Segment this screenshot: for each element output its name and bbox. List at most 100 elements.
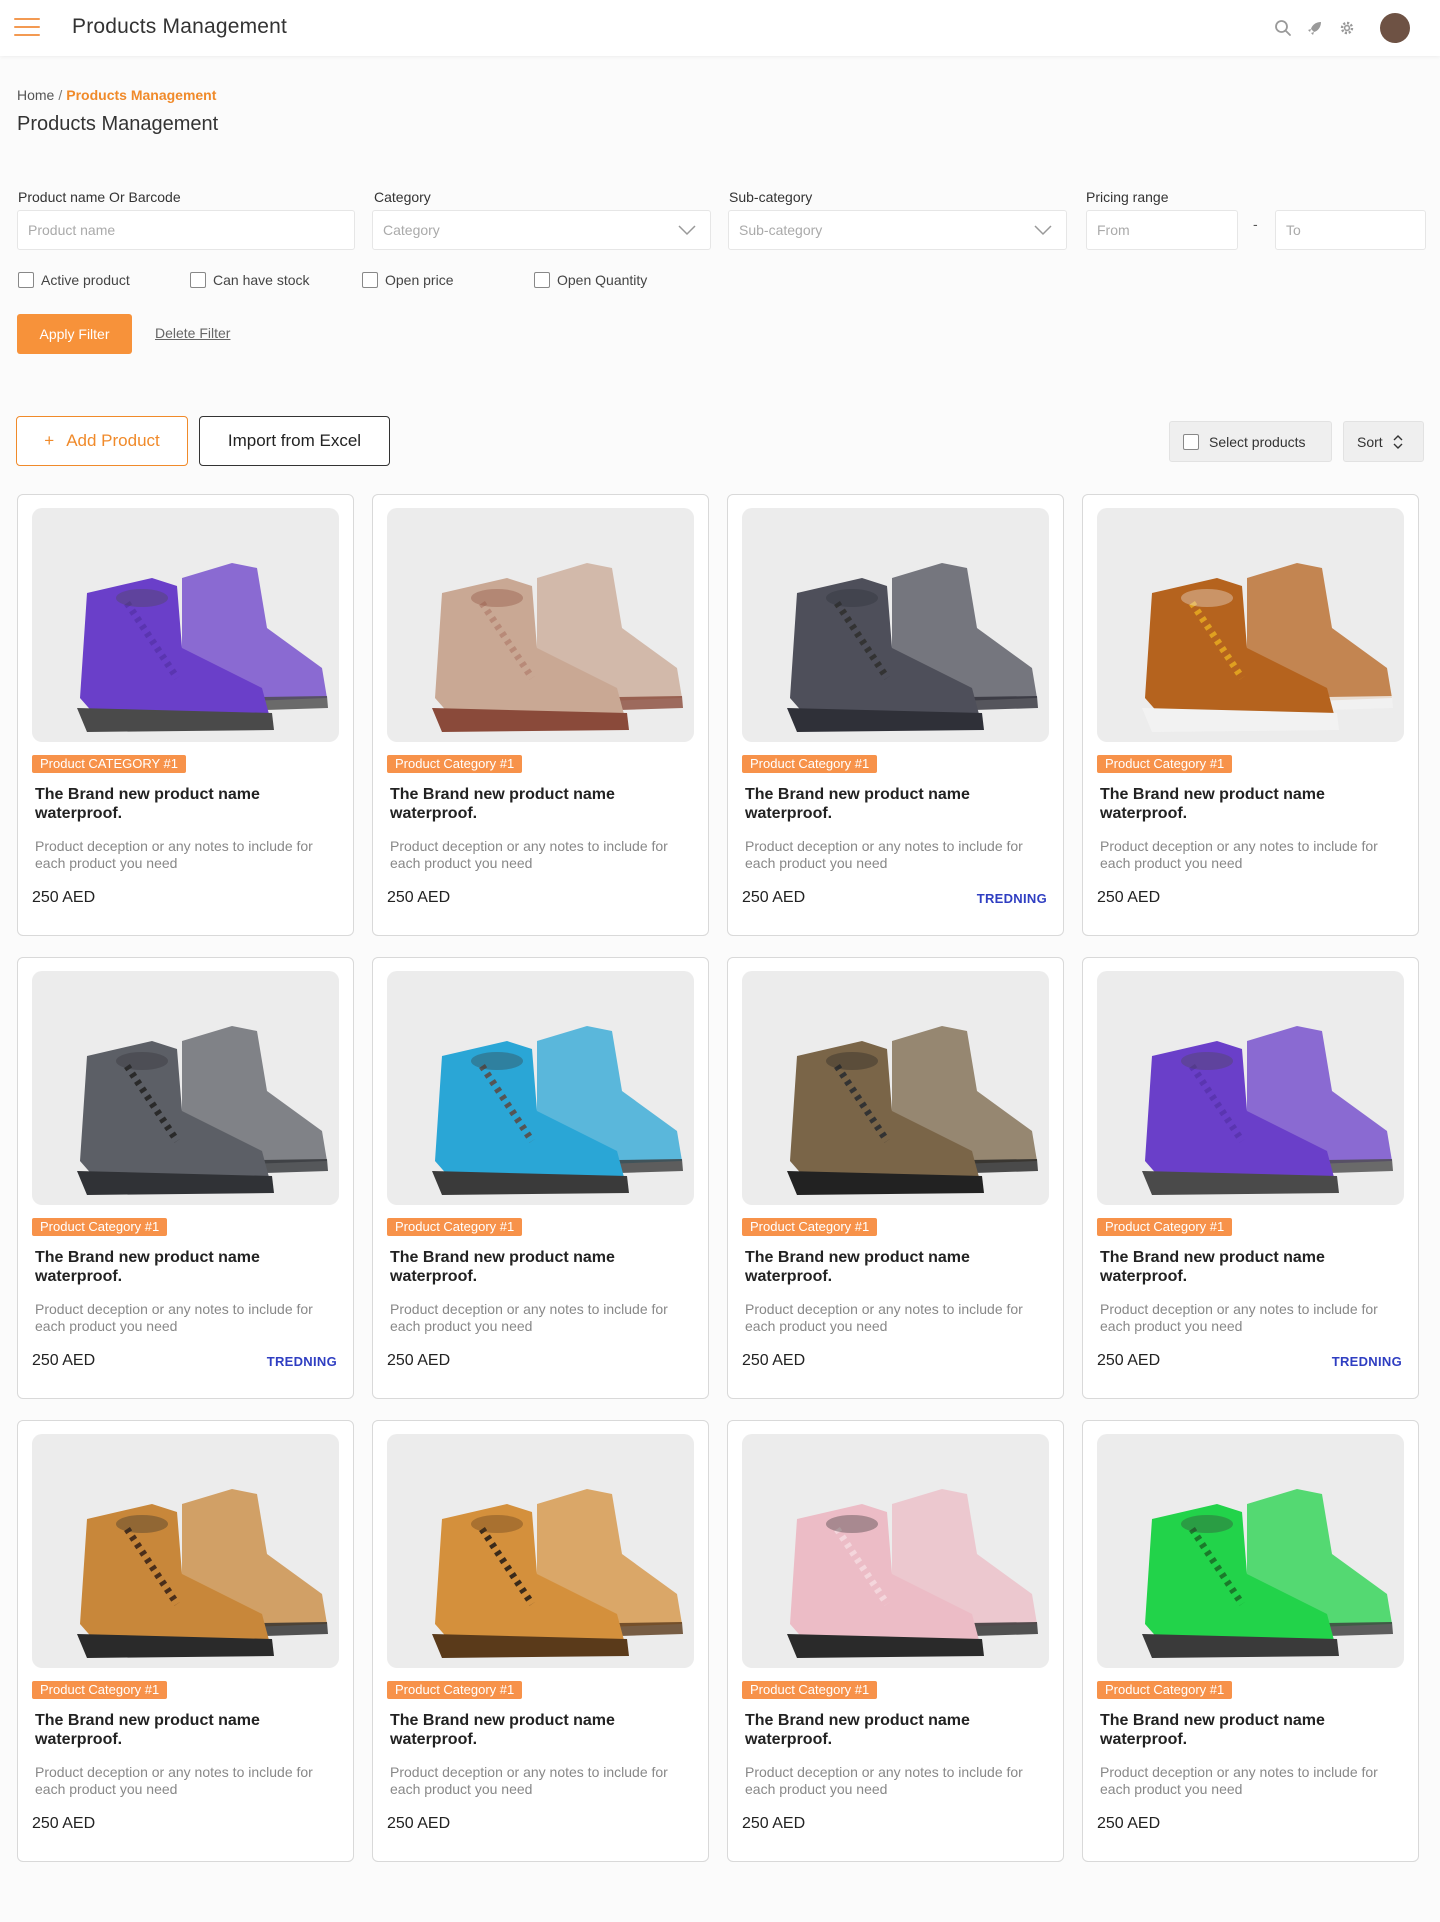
product-card[interactable]: Product Category #1 The Brand new produc…: [372, 494, 709, 936]
page-title: Products Management: [17, 113, 219, 135]
category-badge: Product Category #1: [387, 755, 523, 773]
product-grid: Product CATEGORY #1 The Brand new produc…: [17, 494, 1419, 1862]
product-description: Product deception or any notes to includ…: [35, 838, 313, 871]
brown-leather-boots-image: [1097, 508, 1404, 742]
checkbox-label: Open Quantity: [557, 272, 648, 288]
product-name: The Brand new product name waterproof.: [1100, 786, 1325, 822]
checkbox-box[interactable]: [534, 272, 550, 288]
can-have-stock-checkbox[interactable]: Can have stock: [190, 272, 310, 288]
product-card[interactable]: Product Category #1 The Brand new produc…: [1082, 1420, 1419, 1862]
product-card[interactable]: Product Category #1 The Brand new produc…: [372, 1420, 709, 1862]
price-to-input[interactable]: To: [1275, 210, 1426, 250]
settings-icon[interactable]: [1338, 19, 1356, 37]
product-description: Product deception or any notes to includ…: [745, 1301, 1023, 1334]
product-card[interactable]: Product Category #1 The Brand new produc…: [727, 957, 1064, 1399]
sub-category-select[interactable]: Sub-category: [728, 210, 1067, 250]
plus-icon: +: [44, 431, 55, 450]
price-from-input[interactable]: From: [1086, 210, 1238, 250]
category-badge: Product Category #1: [1097, 1681, 1233, 1699]
add-product-button[interactable]: + Add Product: [16, 416, 188, 466]
price-range-separator: -: [1253, 216, 1258, 232]
shoe-illustration: [787, 1026, 1038, 1195]
pink-boots-image: [742, 1434, 1049, 1668]
breadcrumb-separator: /: [58, 87, 63, 103]
product-name-input[interactable]: Product name: [17, 210, 355, 250]
product-description: Product deception or any notes to includ…: [1100, 838, 1378, 871]
checkbox-box[interactable]: [190, 272, 206, 288]
product-description: Product deception or any notes to includ…: [35, 1764, 313, 1797]
product-description: Product deception or any notes to includ…: [1100, 1301, 1378, 1334]
product-name: The Brand new product name waterproof.: [390, 786, 615, 822]
category-badge: Product Category #1: [1097, 1218, 1233, 1236]
chevron-down-icon: [1034, 225, 1052, 236]
product-card[interactable]: Product Category #1 The Brand new produc…: [727, 494, 1064, 936]
shoe-illustration: [77, 1489, 328, 1658]
select-products-toggle[interactable]: Select products: [1169, 421, 1332, 462]
product-description: Product deception or any notes to includ…: [745, 838, 1023, 871]
sub-category-placeholder: Sub-category: [739, 222, 823, 238]
product-price: 250 AED: [742, 889, 806, 906]
shoe-illustration: [432, 1026, 683, 1195]
product-description: Product deception or any notes to includ…: [390, 1301, 668, 1334]
product-price: 250 AED: [1097, 889, 1161, 906]
product-card[interactable]: Product CATEGORY #1 The Brand new produc…: [17, 494, 354, 936]
product-price: 250 AED: [387, 1352, 451, 1369]
app-title: Products Management: [72, 15, 288, 38]
open-price-checkbox[interactable]: Open price: [362, 272, 453, 288]
delete-filter-link[interactable]: Delete Filter: [155, 325, 230, 341]
chevron-down-icon: [678, 225, 696, 236]
open-quantity-checkbox[interactable]: Open Quantity: [534, 272, 647, 288]
product-price: 250 AED: [742, 1815, 806, 1832]
apply-filter-button[interactable]: Apply Filter: [17, 314, 132, 354]
product-name: The Brand new product name waterproof.: [1100, 1249, 1325, 1285]
product-name: The Brand new product name waterproof.: [35, 1712, 260, 1748]
import-excel-button[interactable]: Import from Excel: [199, 416, 390, 466]
checkbox-label: Active product: [41, 272, 130, 288]
shoe-illustration: [77, 563, 328, 732]
category-badge: Product Category #1: [742, 1681, 878, 1699]
product-description: Product deception or any notes to includ…: [390, 1764, 668, 1797]
shoe-illustration: [432, 563, 683, 732]
product-card[interactable]: Product Category #1 The Brand new produc…: [727, 1420, 1064, 1862]
category-select[interactable]: Category: [372, 210, 711, 250]
product-card[interactable]: Product Category #1 The Brand new produc…: [17, 1420, 354, 1862]
product-card[interactable]: Product Category #1 The Brand new produc…: [1082, 957, 1419, 1399]
category-badge: Product Category #1: [387, 1681, 523, 1699]
product-price: 250 AED: [1097, 1815, 1161, 1832]
checkbox-box[interactable]: [1183, 433, 1199, 450]
active-product-checkbox[interactable]: Active product: [18, 272, 130, 288]
shoe-illustration: [787, 563, 1038, 732]
search-icon[interactable]: [1274, 19, 1292, 37]
product-name: The Brand new product name waterproof.: [35, 1249, 260, 1285]
user-avatar[interactable]: [1380, 13, 1410, 43]
breadcrumb-home[interactable]: Home: [17, 87, 54, 103]
shoe-illustration: [432, 1489, 683, 1658]
sort-label: Sort: [1357, 433, 1383, 450]
product-name: The Brand new product name waterproof.: [35, 786, 260, 822]
trending-label: TREDNING: [1331, 1354, 1402, 1369]
blue-hiking-boots-image: [387, 971, 694, 1205]
shoe-illustration: [1142, 1026, 1393, 1195]
breadcrumb-current: Products Management: [66, 87, 217, 103]
sort-button[interactable]: Sort: [1343, 421, 1424, 462]
top-bar: Products Management: [0, 0, 1440, 56]
category-badge: Product Category #1: [387, 1218, 523, 1236]
shoe-illustration: [77, 1026, 328, 1195]
product-price: 250 AED: [32, 1815, 96, 1832]
camo-hiking-boots-image: [742, 971, 1049, 1205]
product-name: The Brand new product name waterproof.: [745, 1249, 970, 1285]
category-badge: Product Category #1: [742, 1218, 878, 1236]
product-price: 250 AED: [1097, 1352, 1161, 1369]
beige-hiking-boots-image: [387, 508, 694, 742]
menu-icon[interactable]: [14, 18, 40, 36]
rocket-icon[interactable]: [1306, 19, 1324, 37]
shoe-illustration: [1142, 563, 1393, 732]
purple-hiking-shoes-image: [1097, 971, 1404, 1205]
checkbox-box[interactable]: [362, 272, 378, 288]
product-card[interactable]: Product Category #1 The Brand new produc…: [1082, 494, 1419, 936]
product-card[interactable]: Product Category #1 The Brand new produc…: [372, 957, 709, 1399]
dark-grey-hiking-boots-image: [32, 971, 339, 1205]
product-price: 250 AED: [742, 1352, 806, 1369]
product-card[interactable]: Product Category #1 The Brand new produc…: [17, 957, 354, 1399]
checkbox-box[interactable]: [18, 272, 34, 288]
